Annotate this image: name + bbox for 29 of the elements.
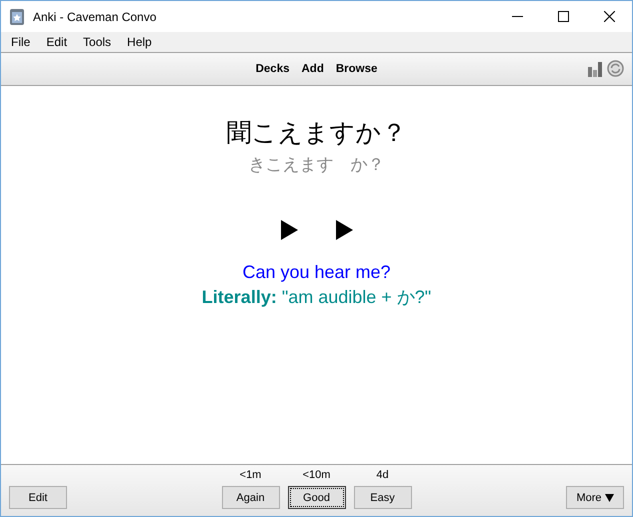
menu-item[interactable]: Tools: [75, 35, 120, 49]
sync-icon[interactable]: [607, 60, 624, 77]
minimize-icon[interactable]: [512, 16, 522, 17]
answer-button[interactable]: Good: [288, 486, 346, 509]
interval-label: <1m: [240, 469, 262, 481]
literal-translation: Literally: "am audible + か?": [202, 286, 432, 309]
more-button[interactable]: More: [566, 486, 624, 509]
maximize-icon[interactable]: [558, 11, 568, 22]
app-icon: [9, 8, 25, 26]
play-icon[interactable]: [336, 220, 352, 240]
stats-icon[interactable]: [587, 60, 603, 76]
expression-text: 聞こえますか？: [226, 117, 406, 149]
meaning-text: Can you hear me?: [242, 262, 391, 283]
edit-button[interactable]: Edit: [9, 486, 67, 509]
answer-button[interactable]: Easy: [354, 486, 412, 509]
interval-label: <10m: [302, 469, 330, 481]
menu-item[interactable]: Edit: [38, 35, 76, 49]
play-icon[interactable]: [280, 220, 298, 240]
window-title: Anki - Caveman Convo: [33, 10, 158, 24]
answer-button[interactable]: Again: [222, 486, 280, 509]
toolbar-link[interactable]: Add: [295, 63, 330, 75]
interval-label: 4d: [376, 469, 389, 481]
toolbar-link[interactable]: Browse: [330, 63, 384, 75]
menu-item[interactable]: File: [3, 35, 38, 49]
menu-item[interactable]: Help: [119, 35, 160, 49]
toolbar-link[interactable]: Decks: [250, 63, 296, 75]
caret-icon: [604, 494, 614, 502]
close-icon[interactable]: [604, 11, 614, 22]
reading-text: きこえます か？: [248, 154, 384, 176]
